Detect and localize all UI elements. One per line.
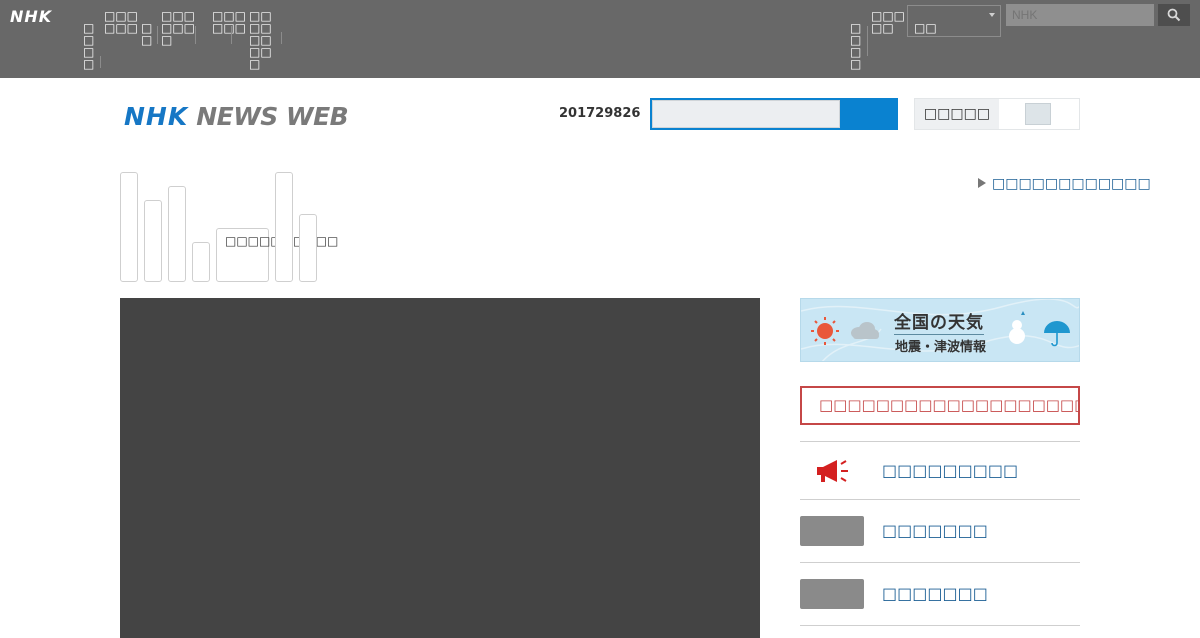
nav-divider xyxy=(157,26,158,44)
sidebar-thumbnail[interactable] xyxy=(800,579,864,609)
category-tab[interactable] xyxy=(299,214,317,282)
global-nav-item[interactable]: □□□□□□□□□ xyxy=(249,10,279,70)
logo-news-web-text: NEWS WEB xyxy=(196,102,349,131)
weather-banner[interactable]: 全国の天気 地震・津波情報 xyxy=(800,298,1080,362)
quake-tsunami-label: 地震・津波情報 xyxy=(895,340,987,355)
nav-divider xyxy=(195,26,196,44)
nav-divider xyxy=(100,56,101,68)
cloud-icon xyxy=(851,322,879,339)
sidebar-link[interactable]: □□□□□□□ xyxy=(882,584,988,603)
sidebar-link[interactable]: □□□□□□□ xyxy=(882,521,988,540)
global-nav-item[interactable]: □□ xyxy=(141,22,155,46)
language-select[interactable]: □□ xyxy=(907,5,1001,37)
global-right-item[interactable]: □□□□□ xyxy=(871,10,907,34)
divider xyxy=(800,441,1080,442)
nav-divider xyxy=(867,26,868,56)
sun-icon xyxy=(811,317,839,345)
divider xyxy=(800,562,1080,563)
language-select-value: □□ xyxy=(914,21,937,35)
megaphone-icon xyxy=(817,460,848,482)
global-nav-item[interactable]: □□□□□□ xyxy=(104,10,138,34)
global-right-item[interactable]: □□□□ xyxy=(850,22,864,70)
nhk-news-web-logo[interactable]: NHK NEWS WEB xyxy=(124,102,349,131)
global-nav-item[interactable]: □□□□□□□ xyxy=(161,10,203,46)
display-toggle[interactable]: □□□□□ xyxy=(914,98,1080,130)
category-tab-labeled[interactable]: □□□□□□□□□□ xyxy=(216,228,338,282)
global-nav-item[interactable]: □□□□ xyxy=(83,22,97,70)
logo-nhk-text: NHK xyxy=(124,102,189,131)
nav-divider xyxy=(281,32,282,44)
global-nhk-bar: NHK □□□□ □□□□□□ □□ □□□□□□□ □□□□□□ □□□□□□… xyxy=(0,0,1200,78)
sidebar-thumbnail[interactable] xyxy=(800,516,864,546)
search-icon xyxy=(1167,8,1181,22)
triangle-right-icon xyxy=(978,178,986,188)
global-search-input[interactable] xyxy=(1006,4,1154,26)
nav-divider xyxy=(231,26,232,44)
news-search-input[interactable] xyxy=(652,100,840,128)
top-right-link[interactable]: □□□□□□□□□□□□ xyxy=(978,176,1151,192)
global-search-button[interactable] xyxy=(1158,4,1190,26)
header-number: 201729826 xyxy=(559,106,641,121)
alert-banner[interactable]: □□□□□□□□□□□□□□□□□□□□□ xyxy=(800,386,1080,425)
category-tab[interactable] xyxy=(168,186,186,282)
category-tab[interactable] xyxy=(120,172,138,282)
main-video-player[interactable] xyxy=(120,298,760,638)
snowman-icon xyxy=(1009,311,1025,344)
toggle-knob[interactable] xyxy=(1025,103,1051,125)
divider xyxy=(800,625,1080,626)
category-tab[interactable] xyxy=(275,172,293,282)
category-tab[interactable] xyxy=(192,242,210,282)
nhk-global-logo[interactable]: NHK xyxy=(10,7,52,26)
weather-title: 全国の天気 xyxy=(894,308,984,335)
divider xyxy=(800,499,1080,500)
toggle-label: □□□□□ xyxy=(915,99,999,129)
top-right-link-label: □□□□□□□□□□□□ xyxy=(992,176,1151,192)
category-tab[interactable] xyxy=(144,200,162,282)
news-search-box xyxy=(650,98,898,130)
news-search-button[interactable] xyxy=(840,98,898,130)
chevron-down-icon xyxy=(989,13,995,17)
global-nav-item[interactable]: □□□□□□ xyxy=(212,10,248,34)
sidebar-link[interactable]: □□□□□□□□□ xyxy=(882,461,1018,480)
